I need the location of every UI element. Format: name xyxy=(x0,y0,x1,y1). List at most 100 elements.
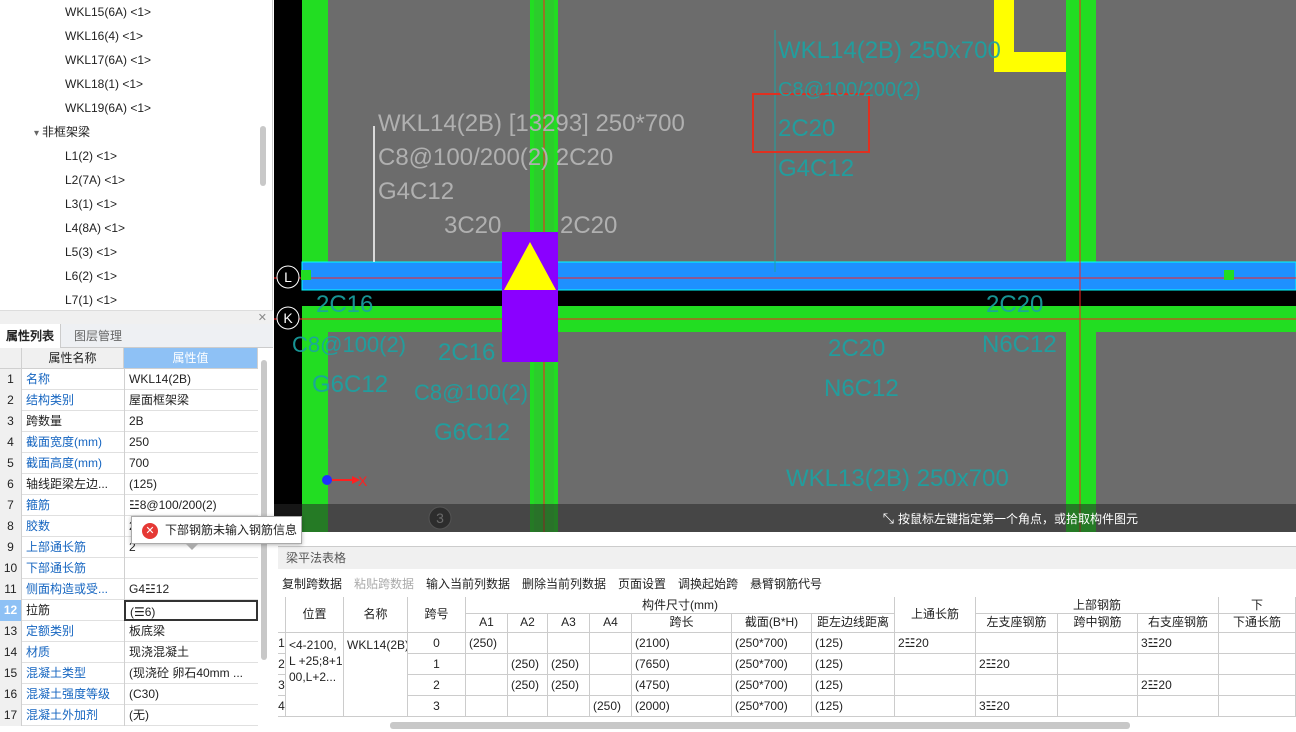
a3-cell[interactable]: (250) xyxy=(548,654,590,675)
property-row[interactable]: 6 轴线距梁左边... (125) xyxy=(0,474,258,495)
property-row[interactable]: 2 结构类别 屋面框架梁 xyxy=(0,390,258,411)
property-value[interactable]: WKL14(2B) xyxy=(124,369,258,390)
bottom-continuous-cell[interactable] xyxy=(1219,633,1296,654)
tree-item[interactable]: L5(3) <1> xyxy=(65,240,117,264)
delete-column-button[interactable]: 删除当前列数据 xyxy=(522,572,606,596)
property-row[interactable]: 17 混凝土外加剂 (无) xyxy=(0,705,258,726)
property-row[interactable]: 10 下部通长筋 xyxy=(0,558,258,579)
property-value[interactable]: 板底梁 xyxy=(124,621,258,642)
right-seat-cell[interactable]: 3☳20 xyxy=(1138,633,1219,654)
right-seat-cell[interactable]: 2☳20 xyxy=(1138,675,1219,696)
property-value[interactable]: (无) xyxy=(124,705,258,726)
tree-item[interactable]: WKL18(1) <1> xyxy=(65,72,143,96)
top-continuous-cell[interactable]: 2☳20 xyxy=(895,633,976,654)
a4-cell[interactable]: (250) xyxy=(590,696,632,717)
a2-cell[interactable]: (250) xyxy=(508,654,548,675)
copy-span-button[interactable]: 复制跨数据 xyxy=(282,572,342,596)
a1-cell[interactable] xyxy=(466,696,508,717)
length-cell[interactable]: (2000) xyxy=(632,696,732,717)
selected-beam-wkl14[interactable] xyxy=(301,261,1296,291)
property-value[interactable] xyxy=(124,558,258,579)
property-row[interactable]: 1 名称 WKL14(2B) xyxy=(0,369,258,390)
a1-cell[interactable] xyxy=(466,654,508,675)
bottom-continuous-cell[interactable] xyxy=(1219,675,1296,696)
tree-item[interactable]: WKL19(6A) <1> xyxy=(65,96,151,120)
page-setup-button[interactable]: 页面设置 xyxy=(618,572,666,596)
property-value[interactable]: 250 xyxy=(124,432,258,453)
right-seat-cell[interactable] xyxy=(1138,696,1219,717)
tree-item[interactable]: ▾ 非框架梁 xyxy=(34,120,90,144)
bottom-continuous-cell[interactable] xyxy=(1219,654,1296,675)
a1-cell[interactable]: (250) xyxy=(466,633,508,654)
tree-item[interactable]: WKL17(6A) <1> xyxy=(65,48,151,72)
mid-span-cell[interactable] xyxy=(1058,654,1138,675)
a2-cell[interactable] xyxy=(508,696,548,717)
tree-item[interactable]: WKL16(4) <1> xyxy=(65,24,143,48)
expander-icon[interactable]: ▾ xyxy=(34,128,39,139)
property-value[interactable]: (C30) xyxy=(124,684,258,705)
span-cell[interactable]: 3 xyxy=(408,696,466,717)
section-cell[interactable]: (250*700) xyxy=(732,675,812,696)
distance-cell[interactable]: (125) xyxy=(812,633,895,654)
tree-item[interactable]: L2(7A) <1> xyxy=(65,168,125,192)
property-row[interactable]: 14 材质 现浇混凝土 xyxy=(0,642,258,663)
property-value[interactable]: 700 xyxy=(124,453,258,474)
left-seat-cell[interactable]: 2☳20 xyxy=(976,654,1058,675)
distance-cell[interactable]: (125) xyxy=(812,696,895,717)
position-cell[interactable]: <4-2100, L +25;8+1 00,L+2... xyxy=(286,633,344,717)
length-cell[interactable]: (7650) xyxy=(632,654,732,675)
length-cell[interactable]: (2100) xyxy=(632,633,732,654)
a4-cell[interactable] xyxy=(590,654,632,675)
tree-item[interactable]: L7(1) <1> xyxy=(65,288,117,310)
cad-drawing[interactable]: L K 3 WKL14(2B) [13293] 250*700 C8@100/2… xyxy=(274,0,1296,532)
tree-scrollbar[interactable] xyxy=(260,126,266,186)
a3-cell[interactable] xyxy=(548,696,590,717)
a1-cell[interactable] xyxy=(466,675,508,696)
property-value[interactable]: 现浇混凝土 xyxy=(124,642,258,663)
property-row[interactable]: 5 截面高度(mm) 700 xyxy=(0,453,258,474)
swap-start-span-button[interactable]: 调换起始跨 xyxy=(678,572,738,596)
name-cell[interactable]: WKL14(2B) xyxy=(344,633,408,717)
top-continuous-cell[interactable] xyxy=(895,696,976,717)
property-row[interactable]: 7 箍筋 ☳8@100/200(2) xyxy=(0,495,258,516)
top-continuous-cell[interactable] xyxy=(895,675,976,696)
left-seat-cell[interactable] xyxy=(976,633,1058,654)
mid-span-cell[interactable] xyxy=(1058,696,1138,717)
property-value[interactable]: (125) xyxy=(124,474,258,495)
a3-cell[interactable]: (250) xyxy=(548,675,590,696)
cad-canvas[interactable]: L K 3 WKL14(2B) [13293] 250*700 C8@100/2… xyxy=(274,0,1296,532)
property-value[interactable]: ☳8@100/200(2) xyxy=(124,495,258,516)
span-cell[interactable]: 2 xyxy=(408,675,466,696)
tree-item[interactable]: L3(1) <1> xyxy=(65,192,117,216)
tree-item[interactable]: L1(2) <1> xyxy=(65,144,117,168)
distance-cell[interactable]: (125) xyxy=(812,654,895,675)
property-row[interactable]: 16 混凝土强度等级 (C30) xyxy=(0,684,258,705)
property-value[interactable]: G4☳12 xyxy=(124,579,258,600)
a2-cell[interactable]: (250) xyxy=(508,675,548,696)
a4-cell[interactable] xyxy=(590,633,632,654)
left-seat-cell[interactable] xyxy=(976,675,1058,696)
property-value[interactable]: 2B xyxy=(124,411,258,432)
property-scrollbar[interactable] xyxy=(261,360,267,660)
cantilever-code-button[interactable]: 悬臂钢筋代号 xyxy=(750,572,822,596)
length-cell[interactable]: (4750) xyxy=(632,675,732,696)
right-seat-cell[interactable] xyxy=(1138,654,1219,675)
a4-cell[interactable] xyxy=(590,675,632,696)
section-cell[interactable]: (250*700) xyxy=(732,654,812,675)
input-column-button[interactable]: 输入当前列数据 xyxy=(426,572,510,596)
section-cell[interactable]: (250*700) xyxy=(732,633,812,654)
property-value[interactable]: (现浇砼 卵石40mm ... xyxy=(124,663,258,684)
property-value[interactable]: 屋面框架梁 xyxy=(124,390,258,411)
top-continuous-cell[interactable] xyxy=(895,654,976,675)
bottom-continuous-cell[interactable] xyxy=(1219,696,1296,717)
mid-span-cell[interactable] xyxy=(1058,675,1138,696)
tree-item[interactable]: L4(8A) <1> xyxy=(65,216,125,240)
property-row[interactable]: 12 拉筋 (☰6) xyxy=(0,600,258,621)
grip-point-left[interactable] xyxy=(301,270,311,280)
span-cell[interactable]: 1 xyxy=(408,654,466,675)
property-row[interactable]: 4 截面宽度(mm) 250 xyxy=(0,432,258,453)
mid-span-cell[interactable] xyxy=(1058,633,1138,654)
a3-cell[interactable] xyxy=(548,633,590,654)
span-cell[interactable]: 0 xyxy=(408,633,466,654)
property-row[interactable]: 11 侧面构造或受... G4☳12 xyxy=(0,579,258,600)
